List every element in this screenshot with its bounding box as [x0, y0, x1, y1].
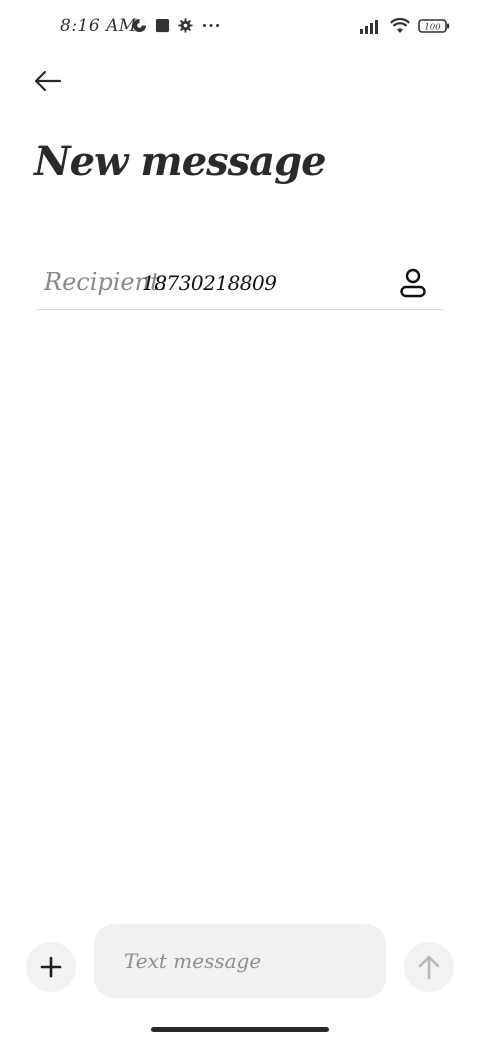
status-icons-right: 100	[360, 18, 450, 34]
message-input[interactable]	[94, 924, 386, 998]
home-indicator[interactable]	[151, 1027, 329, 1032]
add-attachment-button[interactable]	[26, 942, 76, 992]
battery-icon: 100	[418, 18, 450, 34]
arrow-left-icon	[34, 70, 62, 92]
plus-icon	[40, 956, 62, 978]
recipient-field[interactable]: Recipient: 18730218809	[36, 256, 444, 310]
back-button[interactable]	[28, 64, 68, 98]
signal-icon	[360, 18, 382, 34]
status-time: 8:16 AM	[60, 16, 137, 36]
wifi-icon	[390, 18, 410, 34]
battery-level: 100	[424, 23, 441, 33]
arrow-up-icon	[417, 954, 441, 980]
status-bar: 8:16 AM 100	[0, 0, 480, 56]
compose-bar	[0, 920, 480, 1004]
more-dots-icon	[201, 18, 221, 33]
status-icons-left	[132, 18, 221, 33]
contact-picker-button[interactable]	[396, 266, 430, 300]
send-button[interactable]	[404, 942, 454, 992]
square-notification-icon	[155, 18, 170, 33]
page-title: New message	[34, 138, 327, 185]
gear-icon	[178, 18, 193, 33]
person-icon	[399, 268, 427, 298]
data-saver-icon	[132, 18, 147, 33]
recipient-value[interactable]: 18730218809	[142, 271, 277, 295]
